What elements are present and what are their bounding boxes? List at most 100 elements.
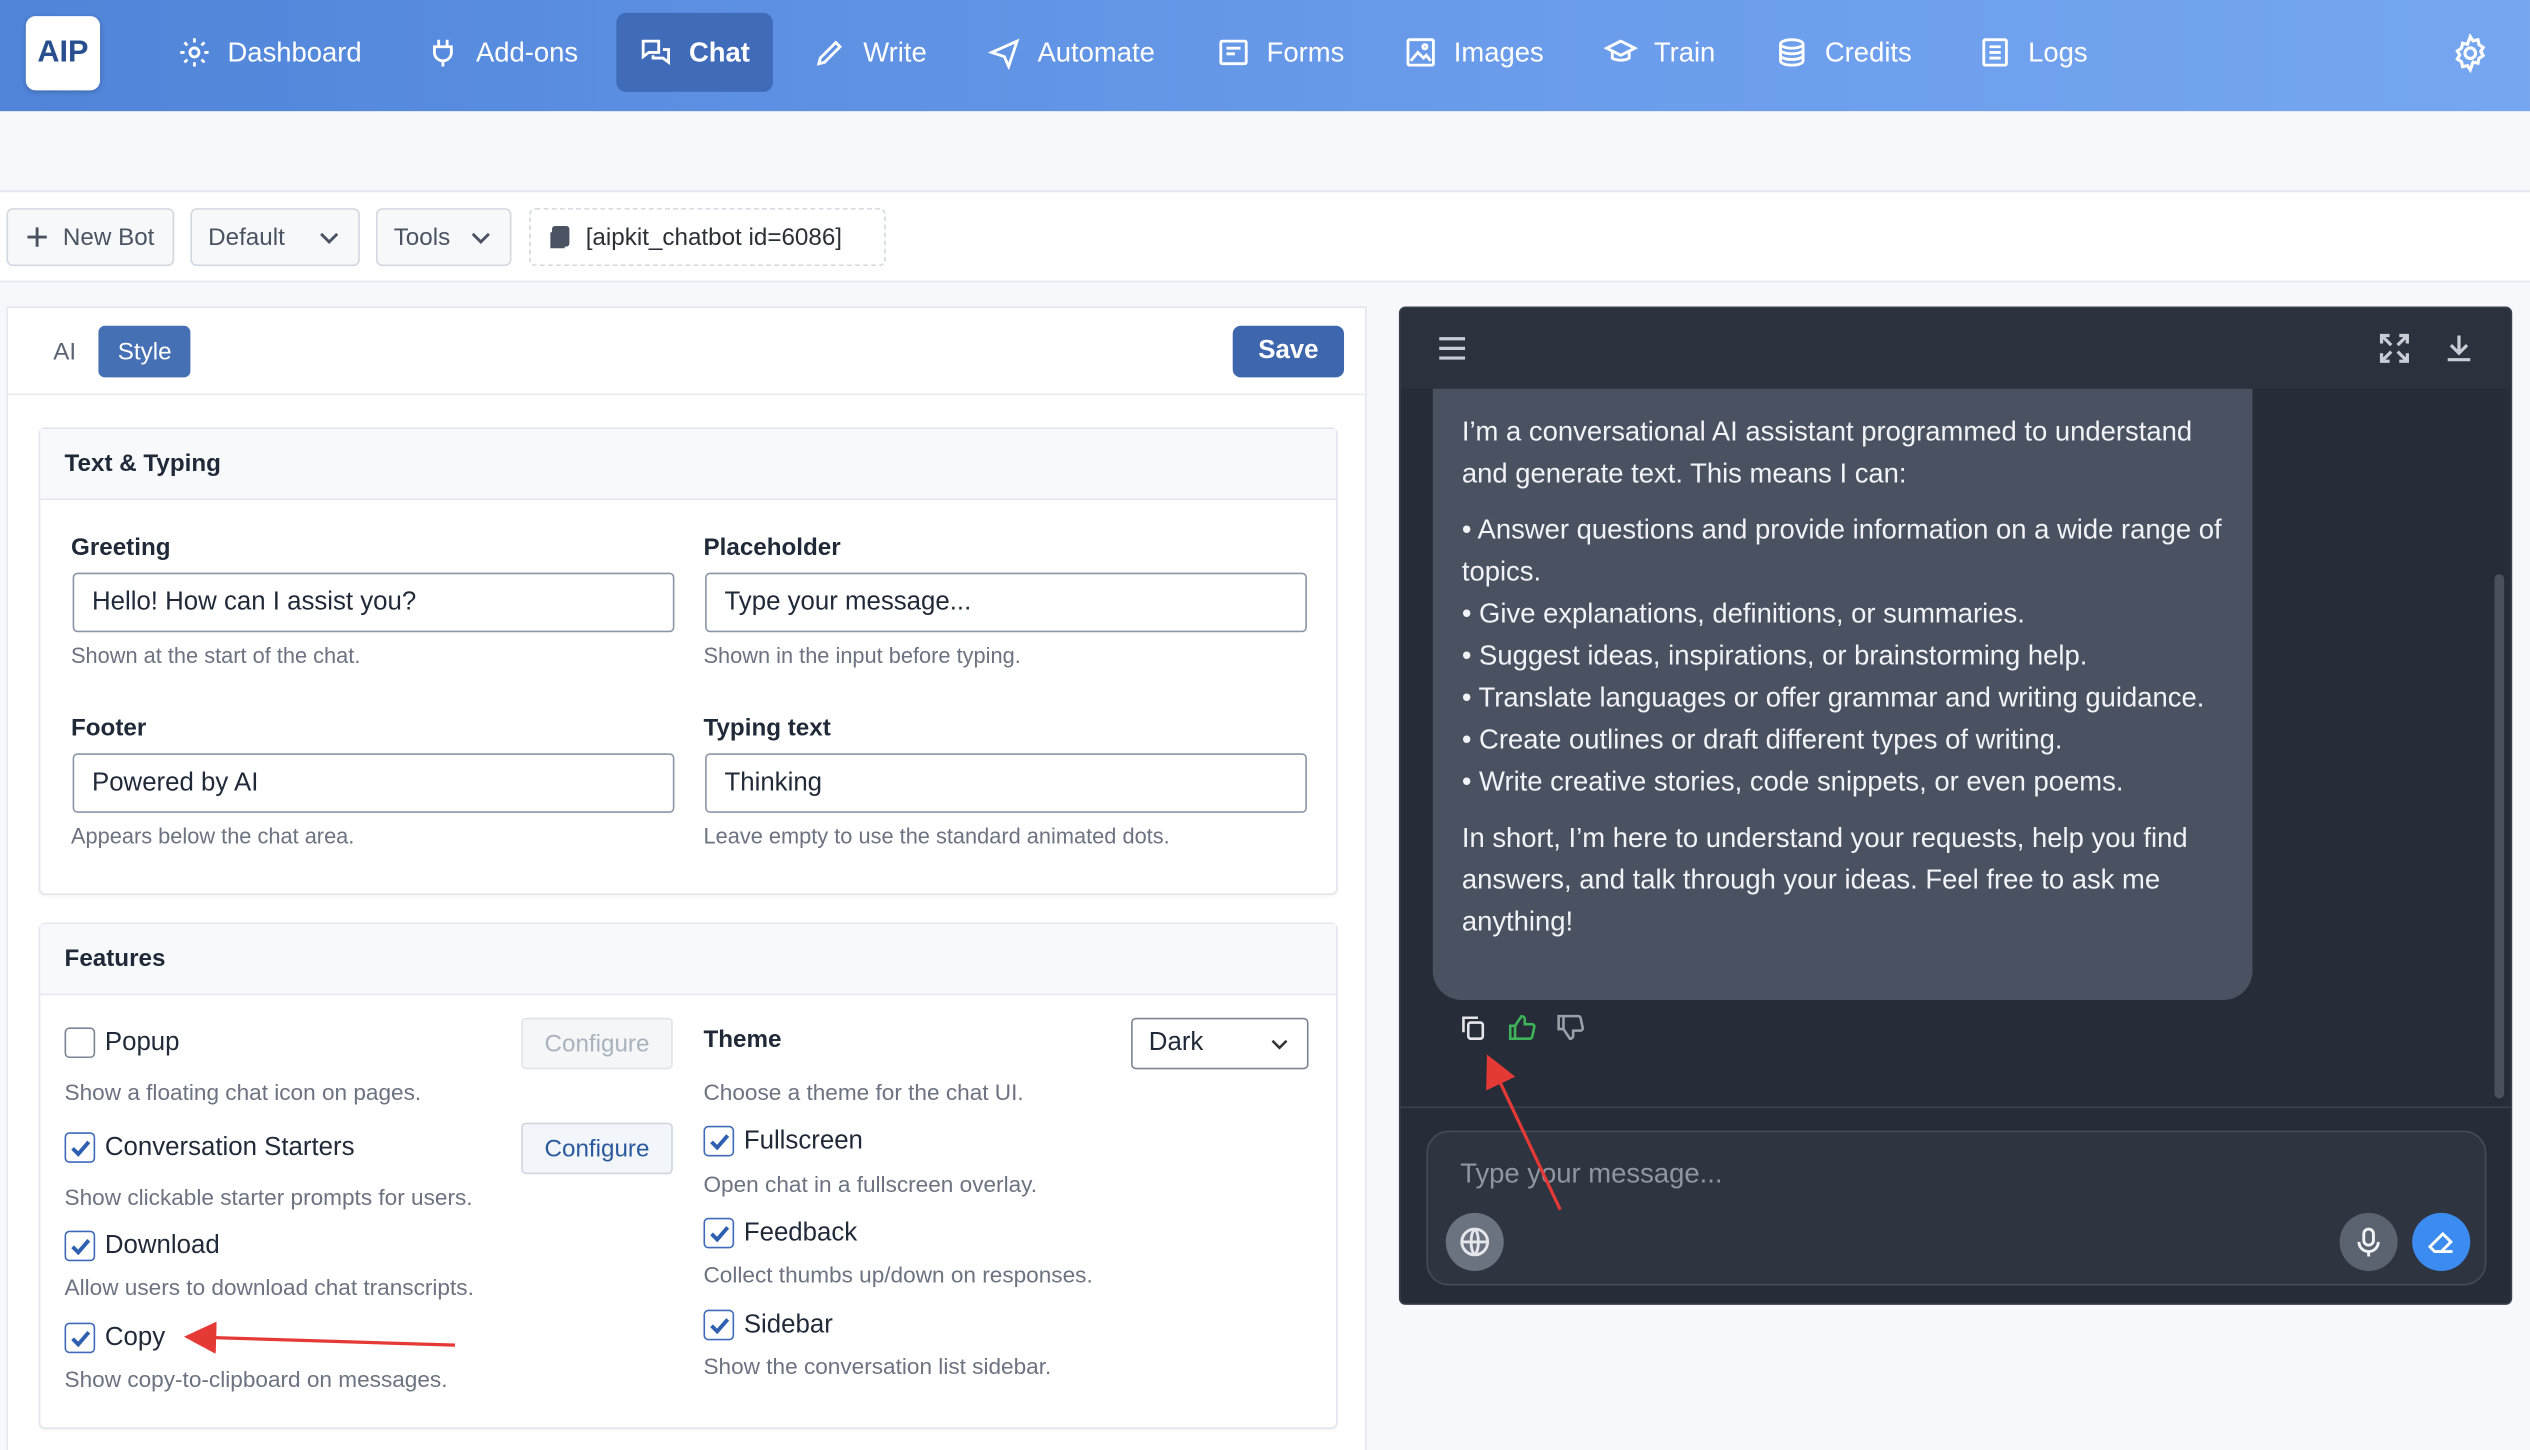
tools-label: Tools	[393, 223, 451, 251]
theme-select[interactable]: Dark	[1131, 1017, 1309, 1070]
sidebar-label: Sidebar	[743, 1310, 833, 1338]
popup-checkbox-box[interactable]	[64, 1027, 96, 1059]
thumbs-down-icon[interactable]	[1555, 1013, 1585, 1042]
image-icon	[1406, 38, 1435, 67]
fullscreen-icon[interactable]	[2378, 332, 2410, 364]
copy-icon[interactable]	[1459, 1013, 1488, 1042]
check-icon	[70, 1139, 90, 1157]
tools-dropdown[interactable]: Tools	[375, 208, 512, 267]
message-outro: In short, I’m here to understand your re…	[1461, 822, 2188, 938]
message-intro: I’m a conversational AI assistant progra…	[1461, 416, 2193, 489]
popup-label: Popup	[104, 1028, 180, 1056]
fullscreen-help: Open chat in a fullscreen overlay.	[703, 1170, 1038, 1197]
message-bullet: • Create outlines or draft different typ…	[1461, 724, 2063, 755]
typing-text-input[interactable]: Thinking	[705, 753, 1307, 813]
feedback-checkbox[interactable]: Feedback	[703, 1217, 857, 1249]
greeting-input[interactable]: Hello! How can I assist you?	[72, 572, 675, 633]
bot-message: I’m a conversational AI assistant progra…	[1432, 388, 2253, 1000]
nav-logs-label: Logs	[2028, 36, 2088, 67]
popup-configure-button[interactable]: Configure	[521, 1017, 673, 1070]
placeholder-input[interactable]: Type your message...	[705, 572, 1307, 633]
chat-preview: I’m a conversational AI assistant progra…	[1398, 306, 2513, 1305]
settings-button[interactable]	[2449, 32, 2491, 74]
starters-checkbox[interactable]: Conversation Starters	[64, 1132, 355, 1163]
starters-configure-button[interactable]: Configure	[521, 1122, 673, 1175]
nav-credits[interactable]: Credits	[1752, 13, 1934, 92]
microphone-icon	[2357, 1227, 2380, 1257]
nav-forms[interactable]: Forms	[1194, 13, 1367, 92]
copy-checkbox[interactable]: Copy	[64, 1322, 165, 1354]
message-bullet: • Answer questions and provide informati…	[1461, 514, 2222, 588]
footer-input[interactable]: Powered by AI	[72, 753, 675, 813]
check-icon	[709, 1225, 729, 1242]
copy-help: Show copy-to-clipboard on messages.	[64, 1366, 448, 1392]
microphone-button[interactable]	[2339, 1212, 2398, 1271]
download-checkbox-box[interactable]	[64, 1230, 96, 1262]
nav-logs[interactable]: Logs	[1956, 13, 2111, 92]
message-bullet: • Translate languages or offer grammar a…	[1461, 682, 2205, 713]
message-bullet: • Give explanations, definitions, or sum…	[1461, 598, 2025, 630]
tab-style[interactable]: Style	[98, 325, 191, 378]
shortcode-copy[interactable]: [aipkit_chatbot id=6086]	[529, 208, 886, 267]
save-button[interactable]: Save	[1232, 325, 1345, 378]
bot-select[interactable]: Default	[190, 208, 360, 267]
nav-write[interactable]: Write	[791, 13, 950, 92]
greeting-label: Greeting	[70, 533, 171, 562]
chat-input[interactable]: Type your message...	[1426, 1130, 2487, 1286]
greeting-help: Shown at the start of the chat.	[70, 643, 361, 668]
sidebar-checkbox[interactable]: Sidebar	[703, 1309, 833, 1341]
fullscreen-checkbox[interactable]: Fullscreen	[703, 1125, 863, 1157]
fullscreen-checkbox-box[interactable]	[703, 1125, 735, 1157]
globe-icon	[1460, 1227, 1490, 1257]
plus-icon	[27, 227, 47, 247]
form-icon	[1219, 39, 1248, 66]
chevron-down-icon	[1271, 1039, 1288, 1050]
nav-forms-label: Forms	[1266, 36, 1345, 67]
new-bot-button[interactable]: New Bot	[6, 208, 175, 267]
popup-checkbox[interactable]: Popup	[64, 1027, 180, 1059]
eraser-icon	[2427, 1231, 2453, 1254]
popup-help: Show a floating chat icon on pages.	[64, 1079, 422, 1105]
nav-dashboard[interactable]: Dashboard	[155, 13, 384, 92]
copy-checkbox-box[interactable]	[64, 1322, 96, 1354]
message-actions	[1459, 1013, 1585, 1042]
graduation-icon	[1603, 39, 1638, 62]
chat-input-placeholder: Type your message...	[1460, 1158, 1723, 1189]
bot-toolbar: New Bot Default Tools [aipkit_chatbot id…	[0, 193, 2530, 283]
tab-ai[interactable]: AI	[34, 326, 96, 378]
chat-scrollbar[interactable]	[2494, 574, 2505, 1099]
nav-images[interactable]: Images	[1381, 13, 1566, 92]
thumbs-up-icon[interactable]	[1507, 1013, 1536, 1042]
chat-header	[1400, 308, 2511, 389]
sidebar-checkbox-box[interactable]	[703, 1309, 735, 1341]
starters-checkbox-box[interactable]	[64, 1132, 96, 1163]
theme-select-value: Dark	[1148, 1029, 1204, 1057]
text-typing-card: Text & Typing Greeting Hello! How can I …	[38, 427, 1338, 896]
nav-credits-label: Credits	[1824, 36, 1912, 67]
nav-images-label: Images	[1453, 36, 1544, 67]
download-checkbox[interactable]: Download	[64, 1230, 220, 1262]
nav-dashboard-label: Dashboard	[227, 36, 362, 67]
app-logo[interactable]: AIP	[25, 16, 101, 91]
footer-label: Footer	[70, 714, 147, 742]
nav-addons[interactable]: Add-ons	[403, 13, 600, 92]
check-icon	[70, 1330, 90, 1347]
settings-tabs: AI Style Save	[8, 308, 1369, 396]
theme-help: Choose a theme for the chat UI.	[703, 1079, 1024, 1105]
sidebar-help: Show the conversation list sidebar.	[703, 1353, 1052, 1380]
nav-train[interactable]: Train	[1581, 13, 1738, 92]
message-bullet: • Write creative stories, code snippets,…	[1461, 766, 2124, 797]
chevron-down-icon	[320, 232, 339, 244]
placeholder-label: Placeholder	[703, 533, 841, 562]
chevron-down-icon	[471, 232, 490, 244]
feedback-checkbox-box[interactable]	[703, 1217, 735, 1249]
web-search-button[interactable]	[1445, 1212, 1504, 1271]
nav-chat[interactable]: Chat	[616, 12, 773, 92]
nav-automate[interactable]: Automate	[965, 13, 1178, 92]
copy-icon	[550, 225, 570, 249]
typing-text-help: Leave empty to use the standard animated…	[703, 824, 1170, 849]
clear-chat-button[interactable]	[2412, 1212, 2471, 1271]
download-icon[interactable]	[2443, 332, 2475, 364]
typing-text-label: Typing text	[703, 714, 831, 742]
menu-icon[interactable]	[1436, 332, 1468, 364]
